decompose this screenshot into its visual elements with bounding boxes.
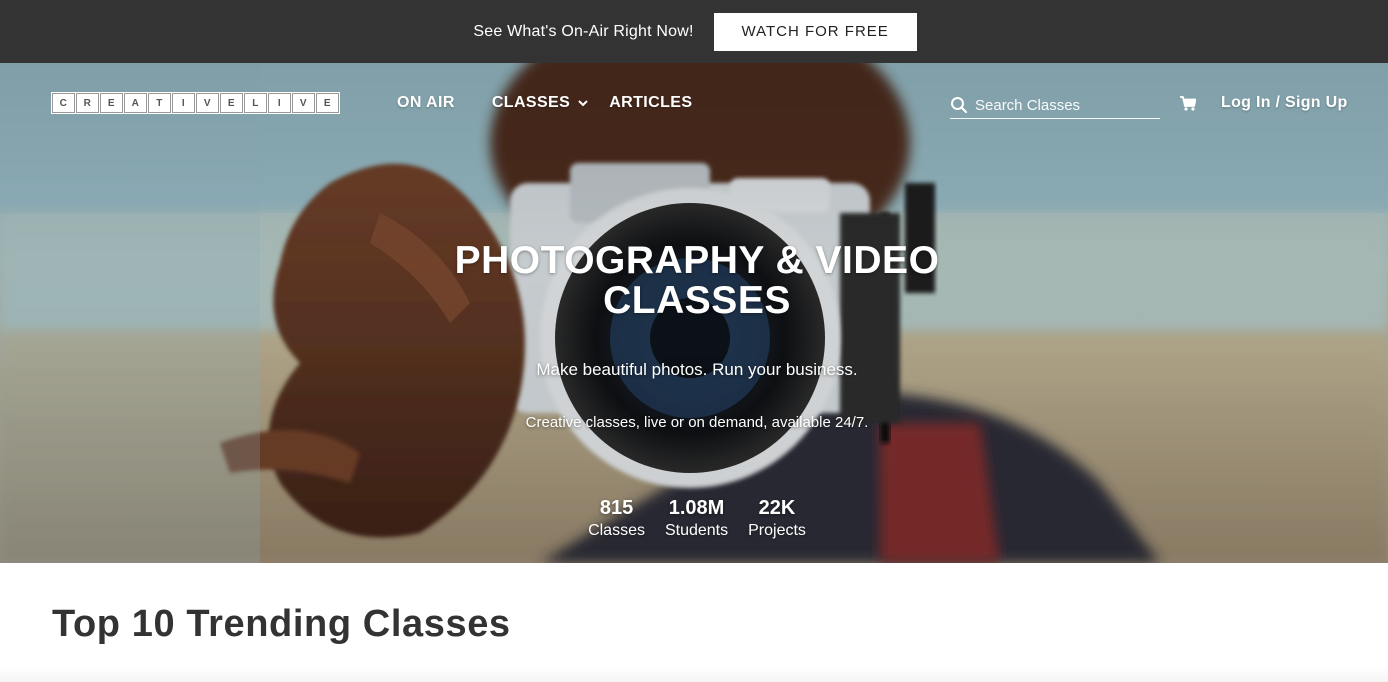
promo-text: See What's On-Air Right Now! bbox=[473, 22, 694, 40]
logo-letter: V bbox=[292, 93, 315, 113]
logo-letter: E bbox=[316, 93, 339, 113]
hero-stats: 815 Classes 1.08M Students 22K Projects bbox=[0, 497, 1388, 543]
hero-title-line1: PHOTOGRAPHY & VIDEO bbox=[454, 239, 940, 282]
nav-on-air[interactable]: ON AIR bbox=[397, 94, 455, 112]
search-icon[interactable] bbox=[950, 96, 968, 114]
login-signup-link[interactable]: Log In / Sign Up bbox=[1221, 94, 1348, 112]
nav-on-air-label: ON AIR bbox=[397, 94, 455, 111]
stat-label: Projects bbox=[748, 522, 806, 539]
promo-bar: See What's On-Air Right Now! WATCH FOR F… bbox=[0, 0, 1388, 63]
cart-icon[interactable] bbox=[1180, 96, 1196, 111]
search-bar bbox=[950, 92, 1160, 119]
search-input[interactable] bbox=[975, 96, 1155, 114]
hero-subtitle: Make beautiful photos. Run your business… bbox=[536, 360, 858, 379]
logo-letter: I bbox=[172, 93, 195, 113]
stat-students: 1.08M Students bbox=[665, 497, 728, 543]
logo-letter: V bbox=[196, 93, 219, 113]
hero-tagline: Creative classes, live or on demand, ava… bbox=[525, 414, 869, 431]
stat-value: 1.08M bbox=[668, 497, 725, 519]
logo-letter: L bbox=[244, 93, 267, 113]
stat-label: Classes bbox=[588, 522, 645, 539]
hero-title-line2: CLASSES bbox=[603, 279, 791, 322]
watch-for-free-button[interactable]: WATCH FOR FREE bbox=[713, 12, 917, 51]
hero-banner: C R E A T I V E L I V E ON AIR CLASSES A… bbox=[0, 63, 1388, 563]
stat-label: Students bbox=[664, 522, 729, 539]
hero-title: PHOTOGRAPHY & VIDEO CLASSES bbox=[0, 241, 1388, 321]
stat-value: 815 bbox=[599, 497, 634, 519]
nav-classes[interactable]: CLASSES bbox=[492, 94, 589, 112]
nav-articles[interactable]: ARTICLES bbox=[609, 94, 692, 112]
section-divider bbox=[0, 668, 1388, 682]
stat-value: 22K bbox=[758, 497, 796, 519]
logo-letter: E bbox=[100, 93, 123, 113]
nav-classes-label: CLASSES bbox=[491, 94, 571, 111]
main-nav: ON AIR CLASSES ARTICLES bbox=[397, 94, 692, 112]
section-title: Top 10 Trending Classes bbox=[52, 603, 511, 645]
stat-projects: 22K Projects bbox=[748, 497, 806, 543]
stat-classes: 815 Classes bbox=[588, 497, 645, 543]
logo-letter: C bbox=[52, 93, 75, 113]
logo-letter: E bbox=[220, 93, 243, 113]
logo-letter: T bbox=[148, 93, 171, 113]
logo-letter: I bbox=[268, 93, 291, 113]
nav-articles-label: ARTICLES bbox=[609, 94, 693, 111]
logo-letter: A bbox=[124, 93, 147, 113]
logo-letter: R bbox=[76, 93, 99, 113]
chevron-down-icon bbox=[578, 100, 588, 107]
creativelive-logo[interactable]: C R E A T I V E L I V E bbox=[51, 92, 340, 114]
